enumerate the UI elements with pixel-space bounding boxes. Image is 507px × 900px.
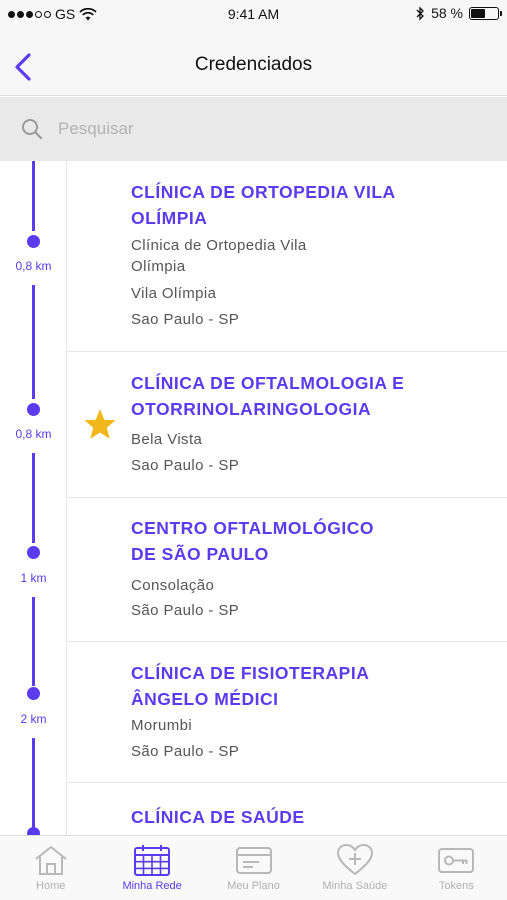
timeline-line: [32, 738, 35, 830]
tab-meu-plano[interactable]: Meu Plano: [203, 836, 304, 900]
battery-percent: 58 %: [431, 5, 463, 21]
key-icon: [438, 848, 475, 873]
provider-city: São Paulo - SP: [131, 743, 240, 760]
home-icon: [35, 846, 67, 875]
timeline-line: [32, 285, 35, 399]
list-item[interactable]: CLÍNICA DE FISIOTERAPIA ÂNGELO MÉDICI Mo…: [67, 642, 507, 783]
timeline-dot: [27, 827, 40, 835]
search-icon: [22, 119, 43, 140]
provider-description: Clínica de Ortopedia Vila: [131, 237, 307, 254]
list-item[interactable]: CLÍNICA DE ORTOPEDIA VILA OLÍMPIA Clínic…: [67, 161, 507, 352]
provider-name-line: CLÍNICA DE OFTALMOLOGIA E: [131, 373, 405, 393]
timeline-line: [32, 453, 35, 543]
list-item[interactable]: CLÍNICA DE SAÚDE: [67, 783, 507, 835]
provider-name-line: CENTRO OFTALMOLÓGICO: [131, 518, 374, 538]
tab-label: Minha Rede: [122, 880, 182, 892]
provider-description: Olímpia: [131, 258, 186, 275]
provider-city: Sao Paulo - SP: [131, 457, 240, 474]
provider-name: CENTRO OFTALMOLÓGICO DE SÃO PAULO: [131, 515, 431, 567]
provider-name: CLÍNICA DE SAÚDE: [131, 804, 431, 830]
timeline-line: [32, 161, 35, 231]
battery-icon: [469, 6, 502, 20]
bluetooth-icon: [416, 5, 424, 21]
tab-minha-rede[interactable]: Minha Rede: [101, 836, 202, 900]
timeline-line: [32, 597, 35, 686]
provider-name: CLÍNICA DE FISIOTERAPIA ÂNGELO MÉDICI: [131, 660, 431, 712]
provider-city: Sao Paulo - SP: [131, 311, 240, 328]
distance-label: 2 km: [20, 712, 47, 726]
list-item[interactable]: CLÍNICA DE OFTALMOLOGIA E OTORRINOLARING…: [67, 352, 507, 498]
navigation-bar: Credenciados: [0, 30, 507, 96]
provider-neighborhood: Consolação: [131, 577, 215, 594]
provider-neighborhood: Bela Vista: [131, 431, 203, 448]
provider-neighborhood: Vila Olímpia: [131, 285, 217, 302]
heart-plus-icon: [336, 844, 373, 876]
provider-name-line: CLÍNICA DE SAÚDE: [131, 807, 305, 827]
status-bar: GS 9:41 AM 58 %: [0, 0, 507, 30]
provider-list[interactable]: 0,8 km 0,8 km 1 km 2 km CLÍNICA DE ORTOP…: [0, 161, 507, 835]
tab-label: Tokens: [438, 880, 474, 892]
provider-name: CLÍNICA DE OFTALMOLOGIA E OTORRINOLARING…: [131, 370, 431, 422]
provider-name-line: CLÍNICA DE FISIOTERAPIA: [131, 663, 370, 683]
tab-label: Meu Plano: [227, 880, 280, 892]
search-input[interactable]: [58, 111, 478, 147]
timeline-dot: [27, 403, 40, 416]
provider-name-line: ÂNGELO MÉDICI: [131, 689, 279, 709]
distance-timeline: 0,8 km 0,8 km 1 km 2 km: [0, 161, 67, 835]
provider-name: CLÍNICA DE ORTOPEDIA VILA OLÍMPIA: [131, 179, 431, 231]
tab-label: Minha Saúde: [322, 880, 388, 892]
timeline-dot: [27, 546, 40, 559]
tab-tokens[interactable]: Tokens: [406, 836, 507, 900]
tab-bar: Home Minha Rede Meu Plano Minha Saúde To…: [0, 835, 507, 900]
distance-label: 0,8 km: [15, 259, 52, 273]
tab-minha-saude[interactable]: Minha Saúde: [304, 836, 405, 900]
list-item[interactable]: CENTRO OFTALMOLÓGICO DE SÃO PAULO Consol…: [67, 498, 507, 642]
page-title: Credenciados: [194, 54, 313, 75]
star-favorite-icon[interactable]: [83, 408, 117, 440]
tab-label: Home: [36, 880, 66, 892]
distance-label: 1 km: [20, 571, 47, 585]
card-icon: [235, 847, 272, 874]
provider-city: São Paulo - SP: [131, 602, 240, 619]
timeline-dot: [27, 235, 40, 248]
tab-home[interactable]: Home: [0, 836, 101, 900]
search-bar: [0, 97, 507, 161]
calendar-grid-icon: [134, 845, 171, 876]
timeline-dot: [27, 687, 40, 700]
provider-name-line: OLÍMPIA: [131, 208, 208, 228]
provider-neighborhood: Morumbi: [131, 717, 193, 734]
distance-label: 0,8 km: [15, 427, 52, 441]
provider-name-line: OTORRINOLARINGOLOGIA: [131, 399, 372, 419]
status-right: 58 %: [416, 5, 502, 21]
provider-name-line: DE SÃO PAULO: [131, 544, 269, 564]
provider-name-line: CLÍNICA DE ORTOPEDIA VILA: [131, 182, 396, 202]
